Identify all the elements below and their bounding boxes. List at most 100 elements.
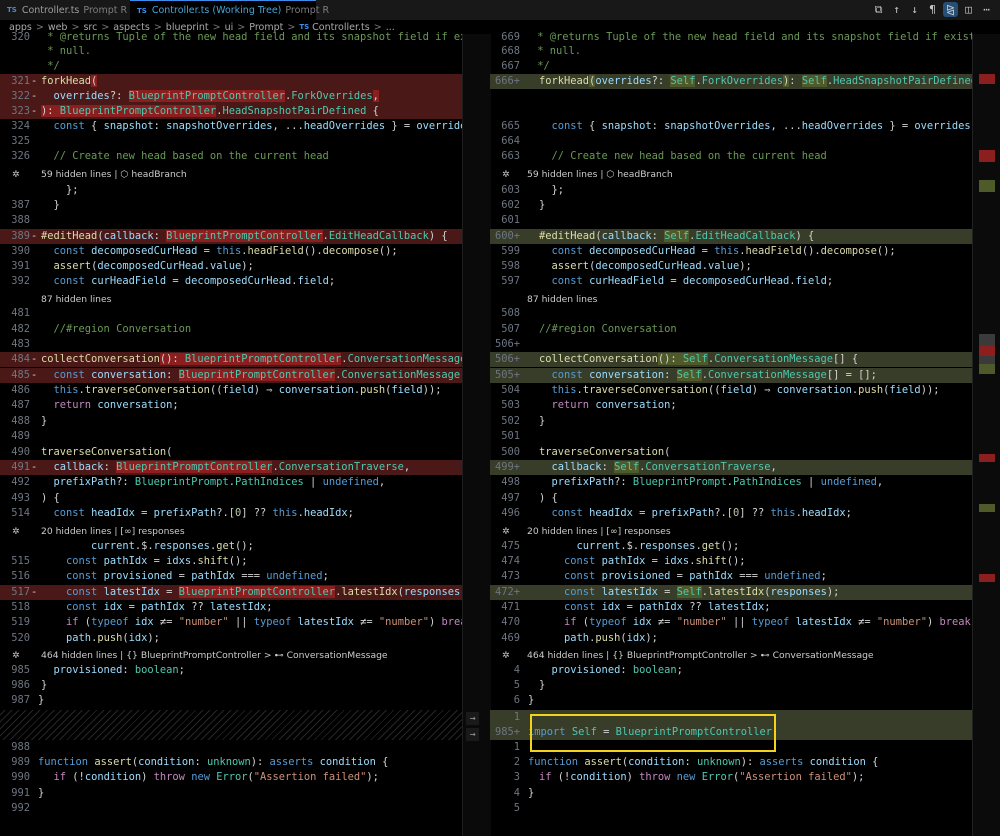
code-line: 1 xyxy=(513,741,520,753)
code-line: current.$.responses.get(); xyxy=(91,540,254,552)
deleted-line: 389- #editHead(callback: BlueprintPromptC… xyxy=(0,229,462,244)
code-line: 515 const pathIdx = idxs.shift(); xyxy=(11,555,248,567)
code-line: 6} xyxy=(513,694,535,706)
code-line: 500 traverseConversation( xyxy=(501,446,671,458)
deleted-line: 484- collectConversation(): BlueprintProm… xyxy=(0,352,462,367)
code-line: 470 if (typeof idx ≠= "number" || typeof… xyxy=(501,616,972,628)
fold-icon[interactable]: ✲ xyxy=(502,167,510,182)
code-line: 601 xyxy=(501,214,520,226)
code-line: 391 assert(decomposedCurHead.value); xyxy=(11,260,254,272)
modified-editor-pane[interactable]: 669 * @returns Tuple of the new head fie… xyxy=(490,0,972,836)
added-line: 985+ import Self = BlueprintPromptControl… xyxy=(490,725,972,740)
deleted-line: 491- callback: BlueprintPromptController… xyxy=(0,460,462,475)
hidden-lines-fold[interactable]: 87 hidden lines xyxy=(490,292,972,307)
code-line: */ xyxy=(41,60,60,72)
code-line: 667 */ xyxy=(501,60,550,72)
code-line: 487 return conversation; xyxy=(11,399,179,411)
code-line: 669 * @returns Tuple of the new head fie… xyxy=(501,31,972,43)
added-line: 499+ callback: Self.ConversationTraverse… xyxy=(490,460,972,475)
fold-icon[interactable]: ✲ xyxy=(12,648,20,663)
ruler-deletion-mark xyxy=(979,346,995,356)
code-line: 518 const idx = pathIdx ?? latestIdx; xyxy=(11,601,273,613)
code-line: 324 const { snapshot: snapshotOverrides,… xyxy=(11,120,462,132)
code-line: 5} xyxy=(513,679,546,691)
ruler-deletion-mark xyxy=(979,454,995,462)
code-line: 520 path.push(idx); xyxy=(11,632,160,644)
deleted-line: 321- forkHead( xyxy=(0,74,462,89)
code-line: 388 xyxy=(11,214,30,226)
code-line: 498 prefixPath?: BlueprintPrompt.PathInd… xyxy=(501,476,884,488)
more-icon[interactable]: ⋯ xyxy=(979,2,994,17)
code-line: 506+ xyxy=(494,338,520,350)
code-line: 507//#region Conversation xyxy=(501,323,677,335)
overview-ruler[interactable] xyxy=(972,34,1000,836)
symbol-icon: [∞] xyxy=(606,526,622,537)
code-line: 471 const idx = pathIdx ?? latestIdx; xyxy=(501,601,771,613)
revert-arrow-icon[interactable]: → xyxy=(466,712,479,725)
code-line: 598 assert(decomposedCurHead.value); xyxy=(501,260,752,272)
ruler-deletion-mark xyxy=(979,574,995,582)
code-line: * null. xyxy=(41,45,92,57)
code-line: 3 if (!condition) throw new Error("Assert… xyxy=(513,771,865,783)
code-line: 493) { xyxy=(11,492,60,504)
code-line: 492 prefixPath?: BlueprintPrompt.PathInd… xyxy=(11,476,386,488)
code-line: 990 if (!condition) throw new Error("Ass… xyxy=(11,771,379,783)
code-line: 602} xyxy=(501,199,546,211)
added-line: 1 xyxy=(490,710,972,725)
fold-icon[interactable]: ✲ xyxy=(12,167,20,182)
symbol-icon: ⬡ xyxy=(120,169,129,180)
code-line: 991} xyxy=(11,787,45,799)
deleted-line: 517- const latestIdx = BlueprintPromptCo… xyxy=(0,585,462,600)
fold-icon[interactable]: ✲ xyxy=(12,524,20,539)
code-line: 475 current.$.responses.get(); xyxy=(501,540,740,552)
added-line: 505+ const conversation: Self.Conversati… xyxy=(490,368,972,383)
code-line: 665 const { snapshot: snapshotOverrides,… xyxy=(501,120,971,132)
code-line: 519 if (typeof idx ≠= "number" || typeof… xyxy=(11,616,462,628)
code-line: 668 * null. xyxy=(501,45,582,57)
code-line: 4 provisioned: boolean; xyxy=(513,664,683,676)
hidden-lines-fold[interactable]: ✲ 59 hidden lines | ⬡ headBranch xyxy=(490,167,972,182)
code-line: 5 xyxy=(513,802,520,814)
fold-icon[interactable]: ✲ xyxy=(502,648,510,663)
code-line: 483 xyxy=(11,338,30,350)
hidden-lines-fold[interactable]: 87 hidden lines xyxy=(0,292,462,307)
hidden-lines-fold[interactable]: ✲ 464 hidden lines | {} BlueprintPromptCo… xyxy=(0,648,462,663)
code-line: 4} xyxy=(513,787,535,799)
code-line: 986} xyxy=(11,679,48,691)
deleted-line: 485- const conversation: BlueprintPrompt… xyxy=(0,368,462,383)
ruler-addition-mark xyxy=(979,504,995,512)
code-line: 486 this.traverseConversation((field) ⇒ … xyxy=(11,384,442,396)
code-line: 489 xyxy=(11,430,30,442)
added-line: 666+ forkHead(overrides?: Self.ForkOverri… xyxy=(490,74,972,89)
ruler-addition-mark xyxy=(979,180,995,192)
code-line: 992 xyxy=(11,802,30,814)
code-line: }; xyxy=(66,184,79,196)
code-line: 490 traverseConversation( xyxy=(11,446,173,458)
code-line: 2 function assert(condition: unknown): as… xyxy=(513,756,879,768)
ruler-deletion-mark xyxy=(979,150,995,162)
ruler-addition-mark xyxy=(979,364,995,374)
symbol-icon: ⬡ xyxy=(606,169,615,180)
code-line: 502} xyxy=(501,415,546,427)
code-line: 599 const decomposedCurHead = this.headF… xyxy=(501,245,896,257)
hidden-lines-fold[interactable]: ✲ 20 hidden lines | [∞] responses xyxy=(0,524,462,539)
original-editor-pane[interactable]: 320 * @returns Tuple of the new head fie… xyxy=(0,0,462,836)
code-line: 387 } xyxy=(11,199,60,211)
code-line: 988 xyxy=(11,741,30,753)
hidden-lines-fold[interactable]: ✲ 59 hidden lines | ⬡ headBranch xyxy=(0,167,462,182)
code-line: 390 const decomposedCurHead = this.headF… xyxy=(11,245,398,257)
code-line: 497) { xyxy=(501,492,558,504)
code-line: 603 }; xyxy=(501,184,565,196)
code-line: 987} xyxy=(11,694,45,706)
hidden-lines-fold[interactable]: ✲ 20 hidden lines | [∞] responses xyxy=(490,524,972,539)
code-line: 392 const curHeadField = decomposedCurHe… xyxy=(11,275,336,287)
hidden-lines-fold[interactable]: ✲ 464 hidden lines | {} BlueprintPromptCo… xyxy=(490,648,972,663)
added-line: 472+ const latestIdx = Self.latestIdx(re… xyxy=(490,585,972,600)
code-line: 985 provisioned: boolean; xyxy=(11,664,185,676)
code-line: 473 const provisioned = pathIdx === unde… xyxy=(501,570,827,582)
code-line: 514 const headIdx = prefixPath?.[0] ?? t… xyxy=(11,507,354,519)
code-line: 469 path.push(idx); xyxy=(501,632,658,644)
added-line: 506+ collectConversation(): Self.Conversa… xyxy=(490,352,972,367)
fold-icon[interactable]: ✲ xyxy=(502,524,510,539)
revert-arrow-icon[interactable]: → xyxy=(466,728,479,741)
